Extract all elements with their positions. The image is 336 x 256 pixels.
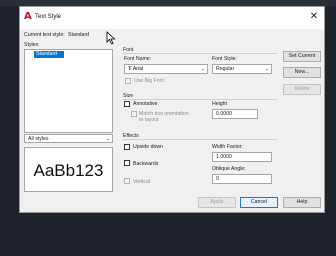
set-current-button[interactable]: Set Current — [283, 51, 321, 62]
font-style-dropdown[interactable]: Regular ⌄ — [212, 64, 272, 74]
truetype-icon: T — [128, 66, 132, 72]
current-style-label: Current text style: — [24, 32, 65, 38]
autocad-logo-icon: A — [24, 11, 32, 22]
styles-list-item[interactable]: Standard — [34, 51, 64, 58]
dialog-title: Text Style — [35, 14, 62, 20]
font-style-value: Regular — [216, 66, 235, 72]
oblique-angle-input[interactable]: 0 — [212, 174, 272, 184]
mouse-cursor-icon — [106, 31, 116, 45]
annotative-label: Annotative — [133, 101, 158, 107]
match-orientation-label-2: to layout — [139, 117, 159, 123]
font-name-dropdown[interactable]: T Arial ⌄ — [124, 64, 208, 74]
oblique-angle-label: Oblique Angle: — [212, 166, 246, 172]
height-input[interactable]: 0.0000 — [212, 109, 258, 119]
new-button[interactable]: New... — [283, 67, 321, 78]
font-name-label: Font Name: — [124, 56, 152, 62]
chevron-down-icon: ⌄ — [105, 136, 110, 142]
oblique-angle-value: 0 — [216, 176, 219, 182]
desktop-background-bottom — [0, 213, 336, 256]
use-big-font-checkbox[interactable] — [125, 78, 131, 84]
width-factor-input[interactable]: 1.0000 — [212, 152, 272, 162]
close-button[interactable]: ✕ — [309, 11, 319, 23]
height-label: Height — [212, 101, 227, 107]
preview-text: AaBb123 — [33, 161, 104, 180]
use-big-font-label: Use Big Font — [134, 78, 164, 84]
styles-list[interactable]: Standard — [24, 49, 113, 133]
width-factor-value: 1.0000 — [216, 154, 232, 160]
backwards-label: Backwards — [133, 161, 159, 167]
current-style-value: Standard — [68, 32, 90, 38]
backwards-checkbox[interactable] — [124, 160, 130, 166]
chevron-down-icon: ⌄ — [264, 66, 269, 72]
styles-label: Styles: — [24, 42, 40, 48]
help-button[interactable]: Help — [283, 197, 321, 208]
match-orientation-checkbox[interactable] — [131, 111, 137, 117]
text-style-dialog: A Text Style ✕ Current text style: Stand… — [19, 6, 325, 213]
styles-filter-value: All styles — [28, 136, 49, 142]
width-factor-label: Width Factor: — [212, 144, 243, 150]
upside-down-label: Upside down — [133, 144, 163, 150]
size-group-divider — [123, 99, 277, 100]
apply-button[interactable]: Apply — [198, 197, 236, 208]
vertical-label: Vertical — [133, 179, 151, 185]
font-style-label: Font Style: — [212, 56, 237, 62]
styles-filter-dropdown[interactable]: All styles ⌄ — [24, 134, 113, 143]
preview-box: AaBb123 — [24, 147, 113, 192]
chevron-down-icon: ⌄ — [200, 66, 205, 72]
cancel-button[interactable]: Cancel — [240, 197, 278, 208]
effects-group-divider — [123, 139, 277, 140]
title-bar[interactable]: A Text Style ✕ — [20, 7, 324, 29]
delete-button[interactable]: Delete — [283, 84, 321, 95]
vertical-checkbox[interactable] — [124, 178, 130, 184]
annotative-checkbox[interactable] — [124, 101, 130, 107]
upside-down-checkbox[interactable] — [124, 144, 130, 150]
font-group-divider — [123, 53, 277, 54]
font-name-value: Arial — [132, 66, 144, 72]
height-value: 0.0000 — [216, 111, 232, 117]
